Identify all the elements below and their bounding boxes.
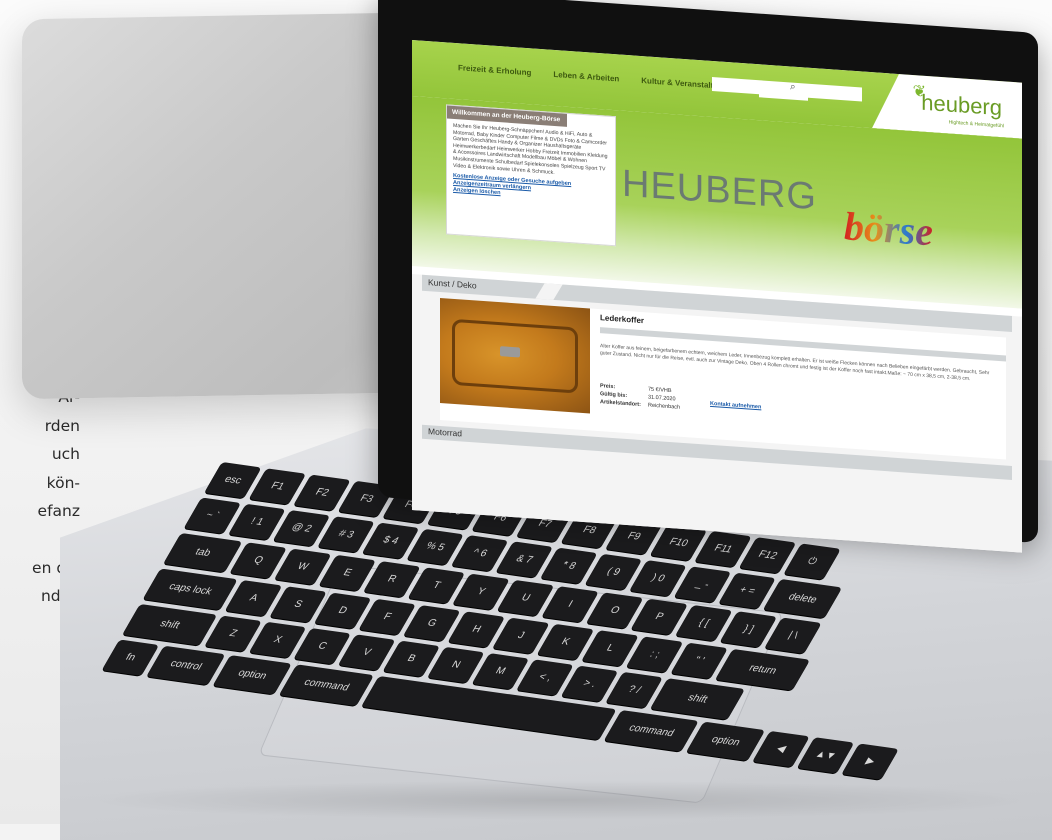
key-caps-lock[interactable]: caps lock <box>142 568 238 611</box>
key-command[interactable]: command <box>279 664 375 707</box>
hero-subtitle: börse <box>844 203 933 255</box>
key-shift-right[interactable]: shift <box>650 678 746 720</box>
floor-shadow <box>80 780 1040 820</box>
hero-title: HEUBERG <box>622 162 817 219</box>
welcome-box: Willkommen an der Heuberg-Börse Machen S… <box>446 104 616 247</box>
key-control[interactable]: control <box>146 645 226 686</box>
section-title: Kunst / Deko <box>428 277 477 291</box>
article-line: rden <box>44 416 80 435</box>
article-line: efanz <box>37 502 80 520</box>
key-command[interactable]: command <box>603 710 699 752</box>
location-label: Artikelstandort: <box>600 399 641 409</box>
key-shift-left[interactable]: shift <box>122 603 218 646</box>
laptop-screen: Freizeit & Erholung Leben & Arbeiten Kul… <box>412 40 1022 553</box>
valid-value: 31.07.2020 <box>648 394 676 403</box>
listing-description: Alter Koffer aus feinem, beigefarbenem e… <box>600 343 990 382</box>
listing-title: Lederkoffer <box>600 313 645 326</box>
article-line: uch <box>51 445 80 463</box>
section-title: Motorrad <box>428 426 463 439</box>
listing-image[interactable] <box>440 297 590 414</box>
search-icon[interactable]: ⌕ <box>790 81 796 92</box>
contact-link[interactable]: Kontakt aufnehmen <box>710 401 761 411</box>
key-delete[interactable]: delete <box>763 578 843 619</box>
price-value: 75 €/VHB <box>648 386 672 395</box>
key-option[interactable]: option <box>686 721 766 762</box>
article-line: kön- <box>46 473 80 492</box>
location-value: Reichenbach <box>648 402 681 411</box>
site-logo[interactable]: heuberg <box>921 90 1002 122</box>
key-return[interactable]: return <box>715 648 811 691</box>
listings-content: Kunst / Deko Lederkoffer Alter Koffer au… <box>412 274 1022 553</box>
nav-item-leben[interactable]: Leben & Arbeiten <box>553 70 619 88</box>
nav-item-freizeit[interactable]: Freizeit & Erholung <box>458 63 531 81</box>
key-option[interactable]: option <box>212 655 292 695</box>
